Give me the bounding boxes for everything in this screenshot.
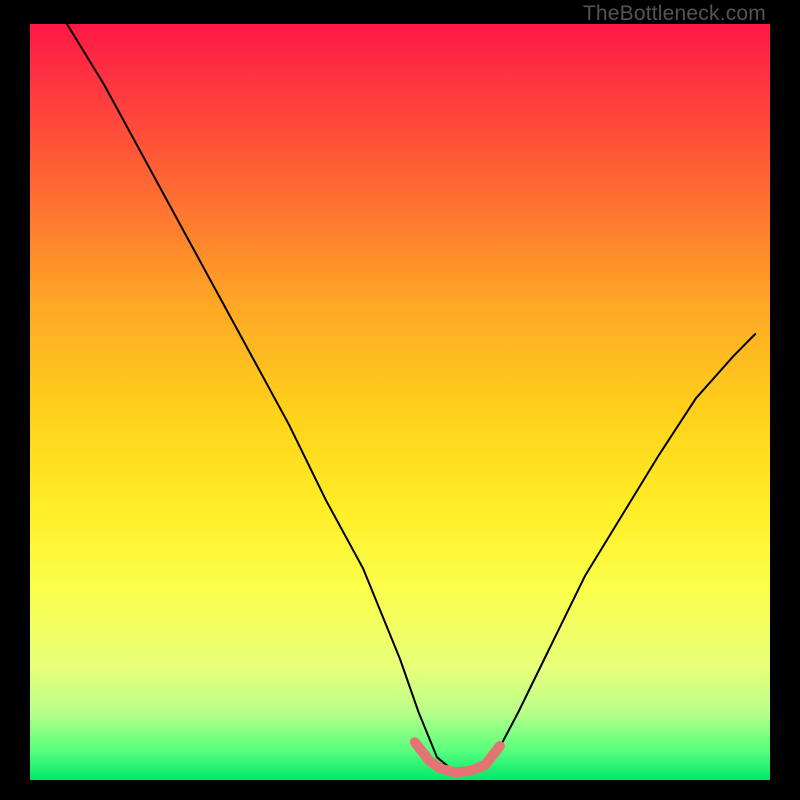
chart-background: [30, 24, 770, 780]
bottleneck-chart: [30, 24, 770, 780]
watermark-text: TheBottleneck.com: [583, 2, 766, 26]
chart-frame: [30, 24, 770, 780]
